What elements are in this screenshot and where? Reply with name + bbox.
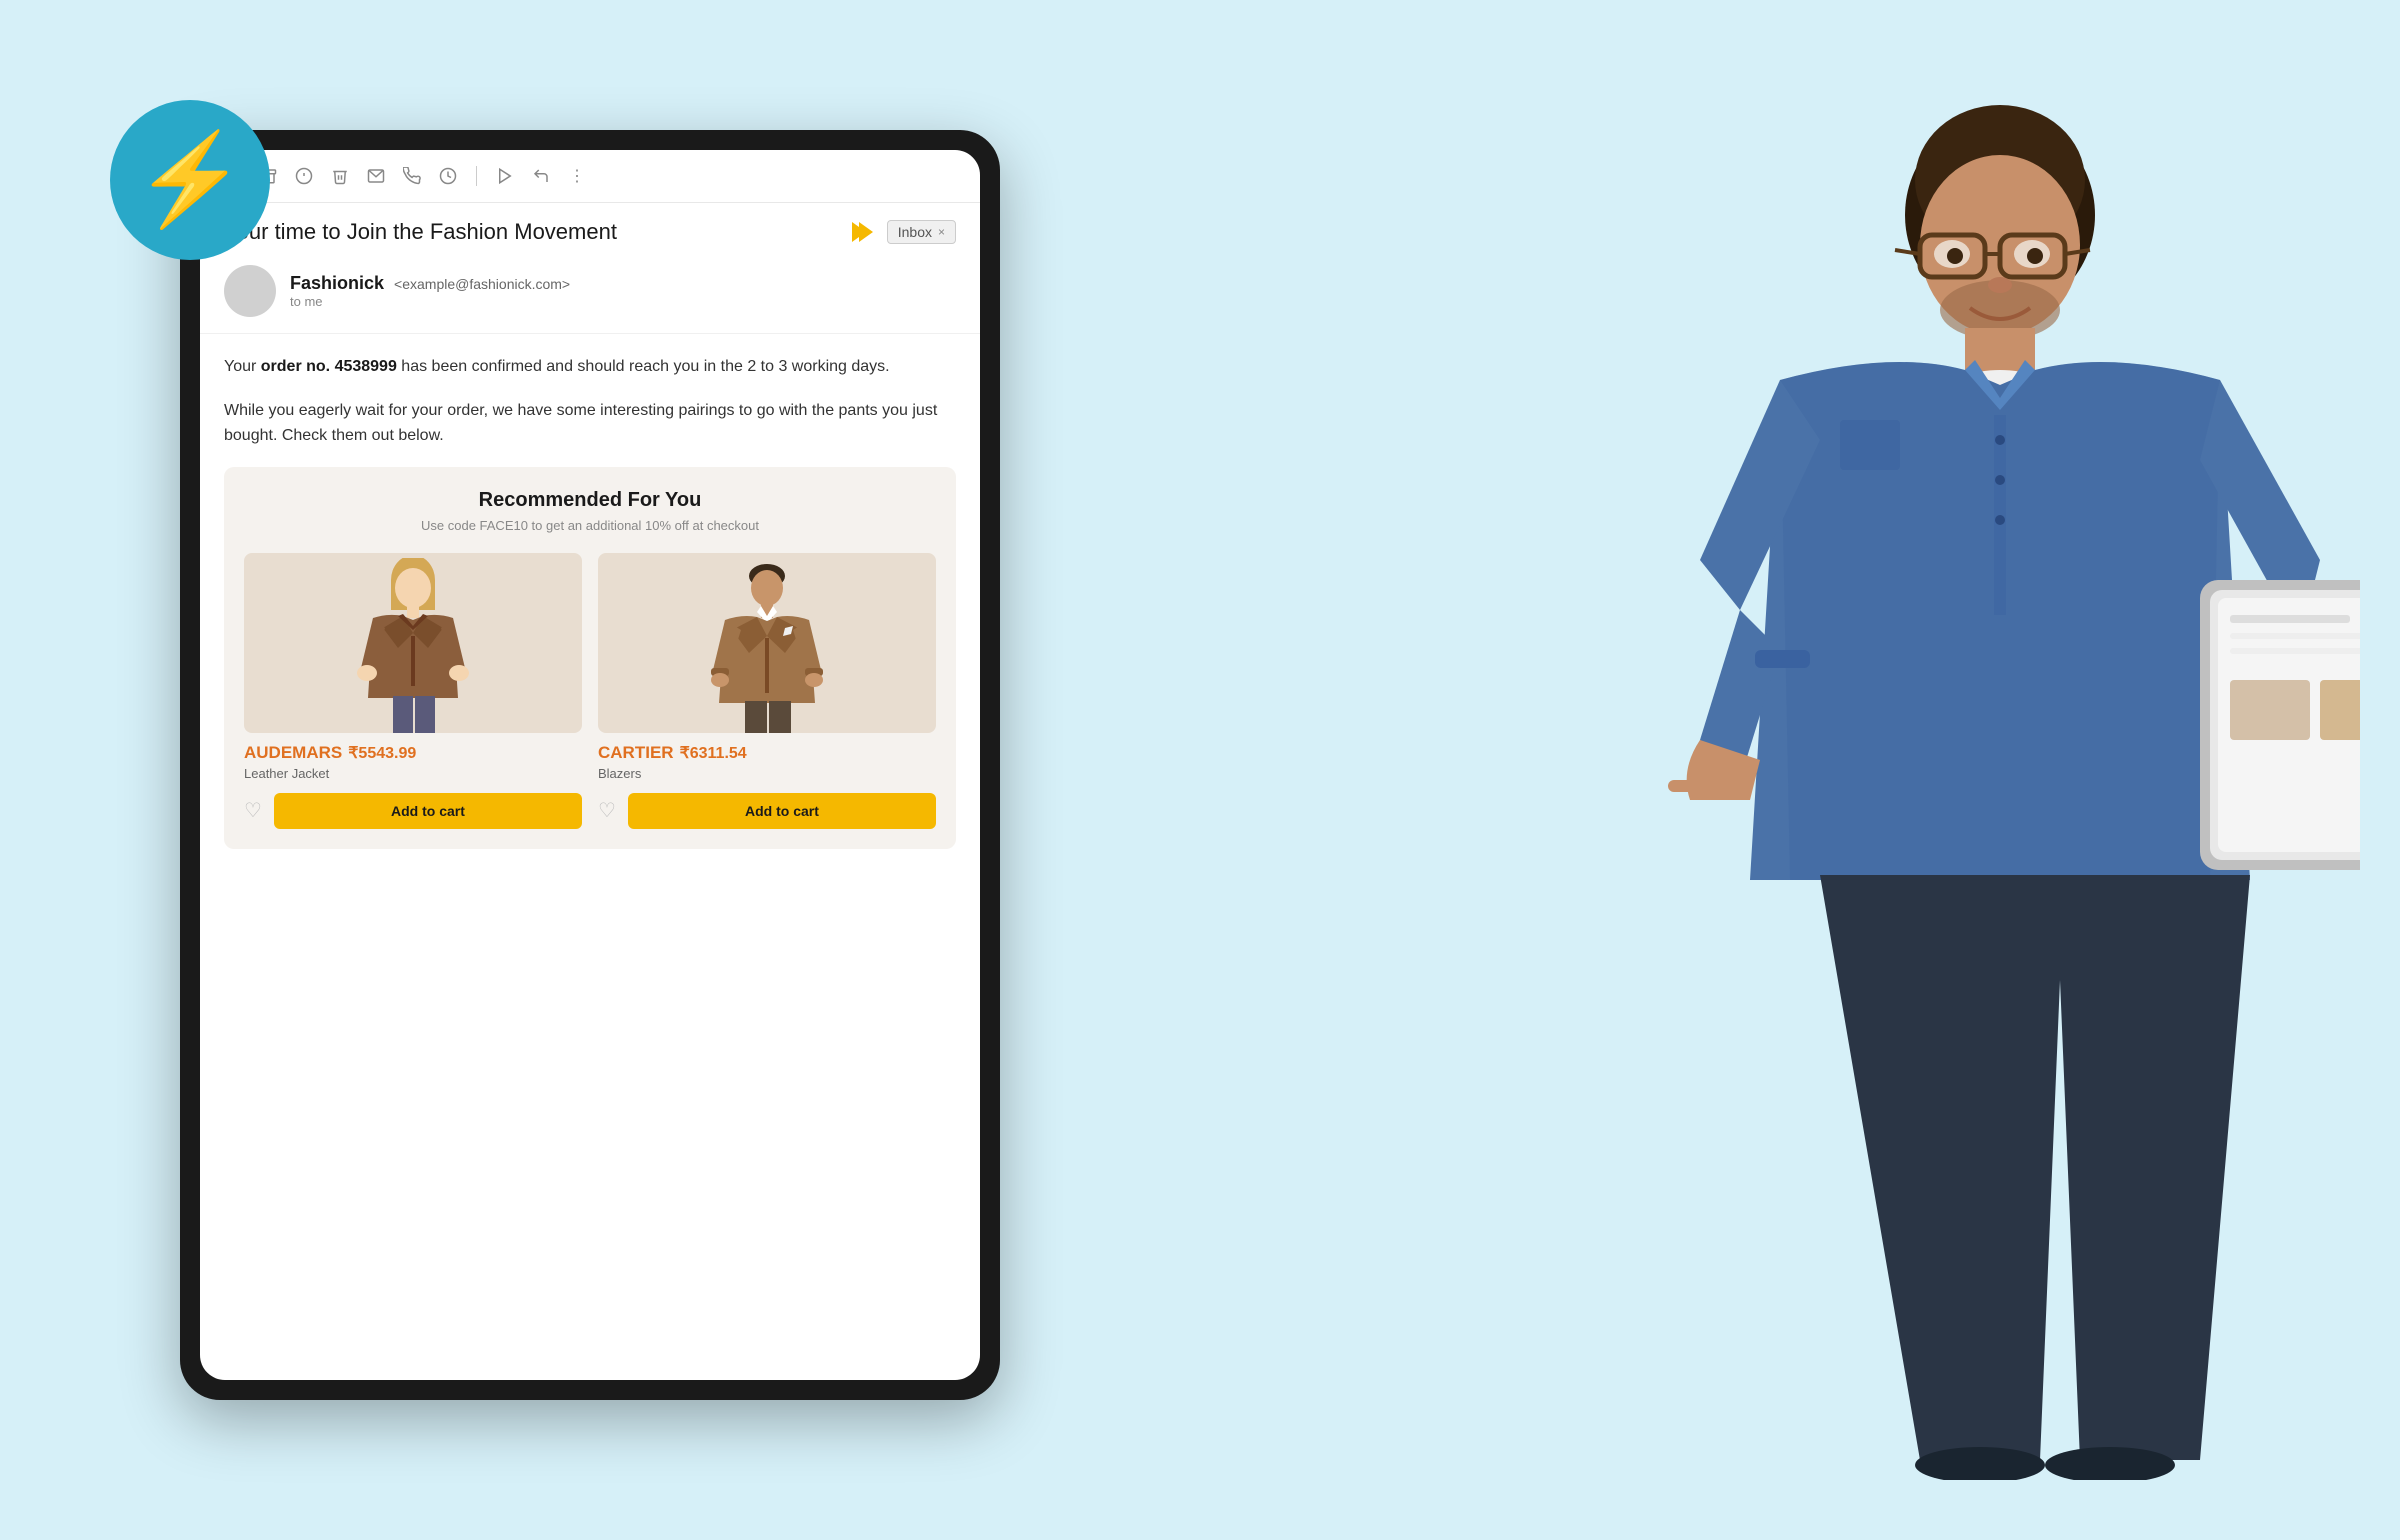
snooze-icon[interactable] xyxy=(436,164,460,188)
email-body: Your order no. 4538999 has been confirme… xyxy=(200,334,980,1380)
phone-icon[interactable] xyxy=(400,164,424,188)
label-icon[interactable] xyxy=(292,164,316,188)
recommended-subtitle: Use code FACE10 to get an additional 10%… xyxy=(244,518,936,533)
tablet-device: ← ⋮ xyxy=(180,130,1000,1400)
email-icon[interactable] xyxy=(364,164,388,188)
sender-email: <example@fashionick.com> xyxy=(394,276,570,292)
product-card-2: CARTIER ₹6311.54 Blazers ♡ Add to cart xyxy=(598,553,936,829)
product-price-2: ₹6311.54 xyxy=(680,743,747,763)
product-brand-2: CARTIER xyxy=(598,743,674,763)
lightning-badge: ⚡ xyxy=(110,100,270,260)
email-toolbar: ← ⋮ xyxy=(200,150,980,203)
toolbar-divider xyxy=(476,166,477,186)
more-icon[interactable]: ⋮ xyxy=(565,164,589,188)
products-row: AUDEMARS ₹5543.99 Leather Jacket ♡ Add t… xyxy=(244,553,936,829)
sender-details: Fashionick <example@fashionick.com> to m… xyxy=(290,273,570,309)
heart-icon-2[interactable]: ♡ xyxy=(598,798,616,823)
product-actions-2: ♡ Add to cart xyxy=(598,793,936,829)
email-paragraph-2: While you eagerly wait for your order, w… xyxy=(224,398,956,449)
inbox-label: Inbox xyxy=(898,224,932,240)
add-to-cart-1[interactable]: Add to cart xyxy=(274,793,582,829)
tablet-screen: ← ⋮ xyxy=(200,150,980,1380)
email-subject-bar: Your time to Join the Fashion Movement I… xyxy=(200,203,980,255)
product-card-1: AUDEMARS ₹5543.99 Leather Jacket ♡ Add t… xyxy=(244,553,582,829)
email-subject: Your time to Join the Fashion Movement xyxy=(224,219,838,245)
product-name-2: Blazers xyxy=(598,766,641,781)
order-number: order no. 4538999 xyxy=(261,358,397,375)
forward-arrow-2 xyxy=(859,222,873,242)
delete-icon[interactable] xyxy=(328,164,352,188)
product-brand-row-2: CARTIER ₹6311.54 xyxy=(598,743,747,763)
product-image-2 xyxy=(598,553,936,733)
product-price-1: ₹5543.99 xyxy=(348,743,416,763)
play-icon[interactable] xyxy=(493,164,517,188)
recommended-title: Recommended For You xyxy=(244,489,936,512)
product-name-1: Leather Jacket xyxy=(244,766,329,781)
forward-icon xyxy=(852,222,873,242)
sender-name: Fashionick xyxy=(290,273,384,294)
sender-info: Fashionick <example@fashionick.com> to m… xyxy=(200,255,980,334)
reply-icon[interactable] xyxy=(529,164,553,188)
lightning-icon: ⚡ xyxy=(134,135,246,225)
product-brand-row-1: AUDEMARS ₹5543.99 xyxy=(244,743,416,763)
avatar xyxy=(224,265,276,317)
add-to-cart-2[interactable]: Add to cart xyxy=(628,793,936,829)
person-illustration xyxy=(1620,80,2360,1480)
heart-icon-1[interactable]: ♡ xyxy=(244,798,262,823)
email-paragraph-1: Your order no. 4538999 has been confirme… xyxy=(224,354,956,380)
product-image-1 xyxy=(244,553,582,733)
inbox-close[interactable]: × xyxy=(938,225,945,239)
product-brand-1: AUDEMARS xyxy=(244,743,342,763)
email-paragraph-1-post: has been confirmed and should reach you … xyxy=(397,358,890,375)
sender-to: to me xyxy=(290,294,570,309)
product-actions-1: ♡ Add to cart xyxy=(244,793,582,829)
recommended-section: Recommended For You Use code FACE10 to g… xyxy=(224,467,956,849)
inbox-badge[interactable]: Inbox × xyxy=(887,220,956,244)
